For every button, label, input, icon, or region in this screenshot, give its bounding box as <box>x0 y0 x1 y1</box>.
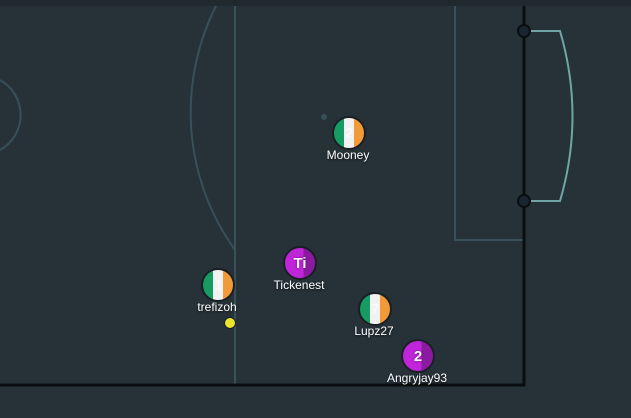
player-number: 7 <box>370 300 380 318</box>
player-name: Lupz27 <box>354 324 394 338</box>
player-number: Ti <box>293 254 307 272</box>
player-number: 2 <box>344 124 354 142</box>
player-trefizoh[interactable]: 1 trefizoh <box>197 267 237 314</box>
player-name: Mooney <box>326 148 370 162</box>
player-name: Angryjay93 <box>386 371 448 385</box>
player-disc: 7 <box>358 292 392 326</box>
top-border-strip <box>0 0 631 6</box>
player-tickenest[interactable]: Ti Tickenest <box>274 245 324 292</box>
player-name: Tickenest <box>273 278 325 292</box>
goal-post-top <box>517 24 531 38</box>
pitch <box>0 0 631 387</box>
player-lupz27[interactable]: 7 Lupz27 <box>354 291 394 338</box>
center-circle <box>189 5 236 251</box>
player-disc: 2 <box>332 116 366 150</box>
player-disc: Ti <box>283 246 317 280</box>
ball-icon <box>224 317 236 329</box>
marker-dot <box>321 114 327 120</box>
player-disc: 2 <box>401 339 435 373</box>
player-number: 1 <box>213 276 223 294</box>
player-number: 2 <box>413 347 423 365</box>
penalty-arc <box>524 30 574 202</box>
left-arc <box>0 79 22 151</box>
player-disc: 1 <box>201 268 235 302</box>
player-name: trefizoh <box>197 300 237 314</box>
penalty-box <box>454 6 524 241</box>
player-angryjay93[interactable]: 2 Angryjay93 <box>387 338 447 385</box>
player-mooney[interactable]: 2 Mooney <box>327 115 369 162</box>
goal-post-bottom <box>517 194 531 208</box>
